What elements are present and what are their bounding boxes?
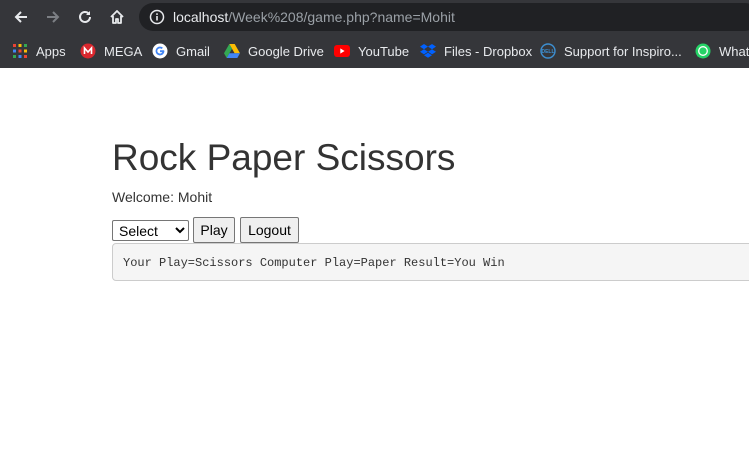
url-path: /Week%208/game.php?name=Mohit bbox=[228, 9, 455, 25]
bookmark-label: Files - Dropbox bbox=[444, 43, 533, 59]
bookmark-label: Gmail bbox=[176, 43, 210, 59]
bookmark-youtube[interactable]: YouTube bbox=[334, 41, 409, 61]
play-select[interactable]: Select bbox=[112, 220, 189, 241]
logout-button[interactable]: Logout bbox=[240, 217, 299, 243]
bookmark-label: Support for Inspiro... bbox=[564, 43, 682, 59]
bookmark-label: Whats bbox=[719, 43, 749, 59]
address-bar[interactable]: localhost/Week%208/game.php?name=Mohit bbox=[139, 3, 749, 31]
reload-icon bbox=[79, 10, 91, 23]
welcome-text: Welcome: Mohit bbox=[112, 189, 213, 205]
url-text: localhost/Week%208/game.php?name=Mohit bbox=[173, 9, 455, 25]
back-button[interactable] bbox=[8, 4, 34, 30]
bookmarks-bar: Apps MEGA Gmail Google Drive YouTube Fil… bbox=[0, 34, 749, 68]
bookmark-dropbox[interactable]: Files - Dropbox bbox=[420, 41, 532, 61]
bookmark-label: MEGA bbox=[104, 43, 143, 59]
bookmark-label: YouTube bbox=[358, 43, 410, 59]
reload-button[interactable] bbox=[72, 4, 98, 30]
svg-text:DELL: DELL bbox=[541, 49, 554, 55]
back-arrow-icon bbox=[14, 11, 27, 23]
bookmark-gmail[interactable]: Gmail bbox=[152, 41, 210, 61]
bookmark-dell-support[interactable]: DELL Support for Inspiro... bbox=[540, 41, 682, 61]
apps-grid-icon bbox=[12, 43, 28, 59]
whatsapp-icon bbox=[695, 43, 711, 59]
dell-icon: DELL bbox=[540, 43, 556, 59]
bookmark-mega[interactable]: MEGA bbox=[80, 41, 142, 61]
google-icon bbox=[152, 43, 168, 59]
page-title: Rock Paper Scissors bbox=[112, 137, 456, 178]
google-drive-icon bbox=[224, 43, 240, 59]
forward-button[interactable] bbox=[40, 4, 66, 30]
home-button[interactable] bbox=[104, 4, 130, 30]
bookmark-google-drive[interactable]: Google Drive bbox=[224, 41, 324, 61]
youtube-icon bbox=[334, 43, 350, 59]
mega-icon bbox=[80, 43, 96, 59]
page-content: Rock Paper Scissors Welcome: Mohit Selec… bbox=[0, 68, 749, 469]
home-icon bbox=[110, 10, 124, 24]
bookmark-label: Google Drive bbox=[248, 43, 324, 59]
play-button[interactable]: Play bbox=[193, 217, 235, 243]
browser-toolbar: localhost/Week%208/game.php?name=Mohit bbox=[0, 0, 749, 34]
url-host: localhost bbox=[173, 9, 229, 25]
result-text: Your Play=Scissors Computer Play=Paper R… bbox=[123, 256, 505, 270]
site-info-icon[interactable] bbox=[149, 9, 165, 25]
bookmark-apps[interactable]: Apps bbox=[12, 41, 66, 61]
result-box: Your Play=Scissors Computer Play=Paper R… bbox=[112, 243, 749, 281]
bookmark-whatsapp[interactable]: Whats bbox=[695, 41, 749, 61]
forward-arrow-icon bbox=[47, 11, 60, 23]
dropbox-icon bbox=[420, 43, 436, 59]
bookmark-label: Apps bbox=[36, 43, 66, 59]
